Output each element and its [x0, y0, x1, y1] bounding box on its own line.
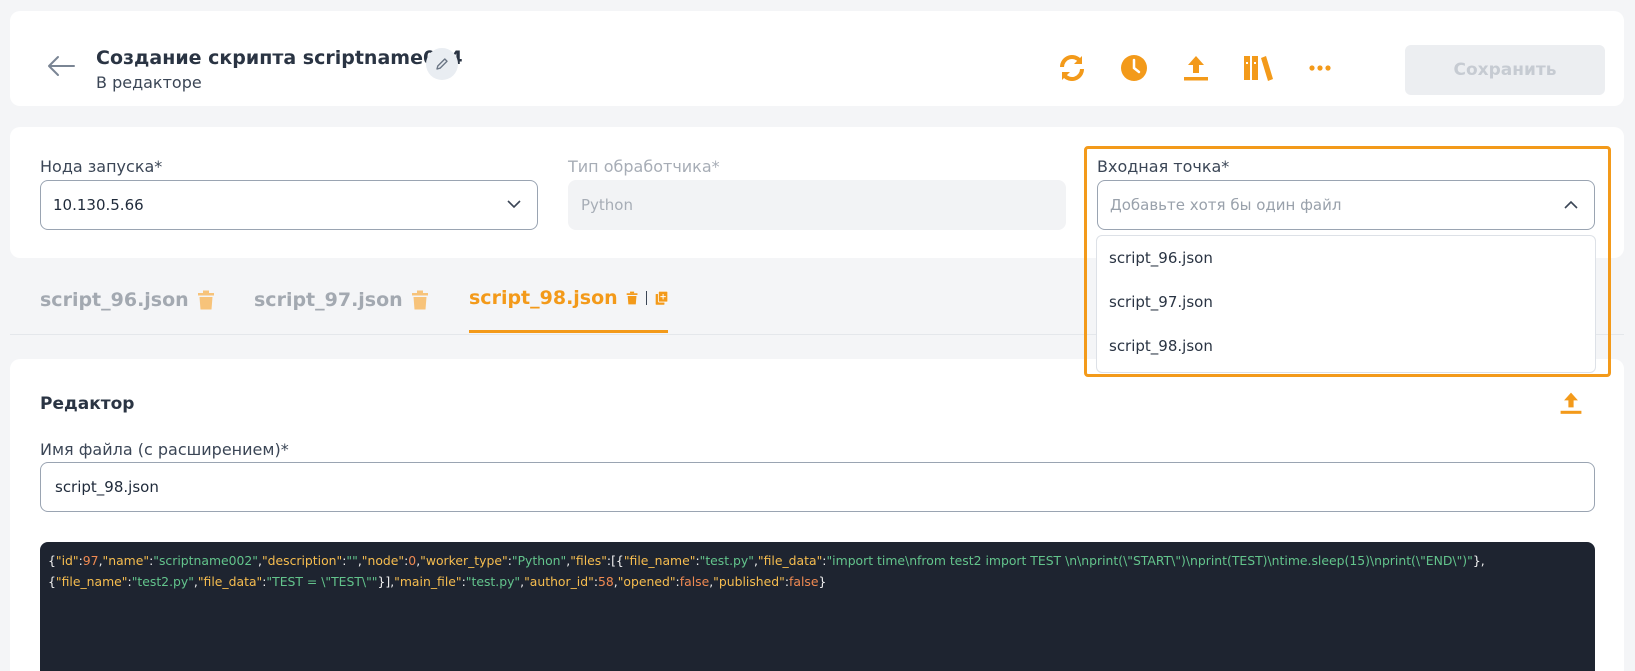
tab-label: script_96.json — [40, 289, 189, 311]
editor-panel: Редактор Имя файла (с расширением)* {"id… — [10, 359, 1624, 671]
upload-icon — [1184, 56, 1208, 81]
code-token: "name" — [102, 553, 150, 568]
history-icon — [1121, 55, 1147, 81]
code-token: "test2.py" — [131, 574, 194, 589]
entry-point-select[interactable]: Добавьте хотя бы один файл — [1097, 180, 1595, 230]
edit-title-button[interactable] — [426, 48, 458, 80]
trash-icon[interactable] — [197, 290, 215, 310]
code-token: "file_name" — [55, 574, 128, 589]
entry-point-placeholder: Добавьте хотя бы один файл — [1110, 196, 1342, 214]
chevron-up-icon — [1564, 200, 1578, 209]
node-value: 10.130.5.66 — [53, 196, 144, 214]
tab-label: script_98.json — [469, 286, 618, 309]
more-icon — [1309, 65, 1331, 71]
refresh-button[interactable] — [1056, 52, 1088, 84]
handler-select: Python — [568, 180, 1066, 230]
entry-point-dropdown: script_96.json script_97.json script_98.… — [1096, 235, 1596, 373]
code-token: "TEST = \"TEST\"" — [266, 574, 378, 589]
back-arrow-icon[interactable] — [46, 55, 76, 77]
save-button[interactable]: Сохранить — [1405, 45, 1605, 95]
handler-label: Тип обработчика* — [568, 157, 720, 176]
code-token: "file_data" — [197, 574, 263, 589]
code-token: "node" — [361, 553, 405, 568]
code-token: "file_data" — [757, 553, 823, 568]
code-token: 0 — [408, 553, 417, 568]
code-token: "id" — [55, 553, 79, 568]
tab-label: script_97.json — [254, 289, 403, 311]
code-token: "" — [346, 553, 358, 568]
pencil-icon — [436, 58, 448, 70]
code-token: "scriptname002" — [153, 553, 258, 568]
upload-button[interactable] — [1180, 52, 1212, 84]
code-token: "test.py" — [465, 574, 521, 589]
filename-label: Имя файла (с расширением)* — [40, 440, 289, 459]
code-token: :[{ — [606, 553, 624, 568]
dropdown-option[interactable]: script_96.json — [1097, 236, 1595, 280]
code-token: "import time\nfrom test2 import TEST \n\… — [826, 553, 1473, 568]
dropdown-option[interactable]: script_97.json — [1097, 280, 1595, 324]
code-token: "opened" — [617, 574, 676, 589]
tab-script-98[interactable]: script_98.json — [469, 265, 668, 333]
tab-script-97[interactable]: script_97.json — [254, 265, 429, 335]
editor-title: Редактор — [40, 394, 135, 414]
entry-point-label: Входная точка* — [1097, 157, 1230, 176]
library-button[interactable] — [1242, 52, 1274, 84]
tab-script-96[interactable]: script_96.json — [40, 265, 215, 335]
history-button[interactable] — [1118, 52, 1150, 84]
code-token: 58 — [598, 574, 614, 589]
code-token: "published" — [713, 574, 785, 589]
code-token: } — [818, 574, 827, 589]
handler-value: Python — [581, 196, 633, 214]
code-token: "worker_type" — [420, 553, 508, 568]
divider — [645, 290, 647, 305]
page-header: Создание скрипта scriptname004 В редакто… — [10, 11, 1624, 106]
code-token: "files" — [570, 553, 607, 568]
filename-input[interactable] — [40, 462, 1595, 512]
code-token: { — [48, 553, 56, 568]
library-icon — [1244, 56, 1273, 81]
code-token: "Python" — [511, 553, 567, 568]
trash-icon[interactable] — [626, 288, 638, 308]
code-token: "main_file" — [394, 574, 462, 589]
more-button[interactable] — [1304, 52, 1336, 84]
code-token: false — [789, 574, 819, 589]
upload-icon — [1560, 392, 1582, 414]
code-token: "file_name" — [623, 553, 696, 568]
page-subtitle: В редакторе — [96, 73, 202, 92]
code-token: false — [679, 574, 710, 589]
node-select[interactable]: 10.130.5.66 — [40, 180, 538, 230]
code-token: "description" — [261, 553, 343, 568]
code-token: }], — [377, 574, 395, 589]
chevron-down-icon — [507, 200, 521, 209]
page-title: Создание скрипта scriptname004 — [96, 47, 463, 69]
node-label: Нода запуска* — [40, 157, 163, 176]
code-token: 97 — [82, 553, 99, 568]
trash-icon[interactable] — [411, 290, 429, 310]
dropdown-option[interactable]: script_98.json — [1097, 324, 1595, 368]
code-token: "test.py" — [699, 553, 754, 568]
copy-icon[interactable] — [655, 287, 668, 309]
code-editor[interactable]: {"id":97,"name":"scriptname002","descrip… — [40, 542, 1595, 671]
upload-file-button[interactable] — [1558, 390, 1584, 420]
refresh-icon — [1060, 55, 1084, 81]
code-token: "author_id" — [524, 574, 594, 589]
